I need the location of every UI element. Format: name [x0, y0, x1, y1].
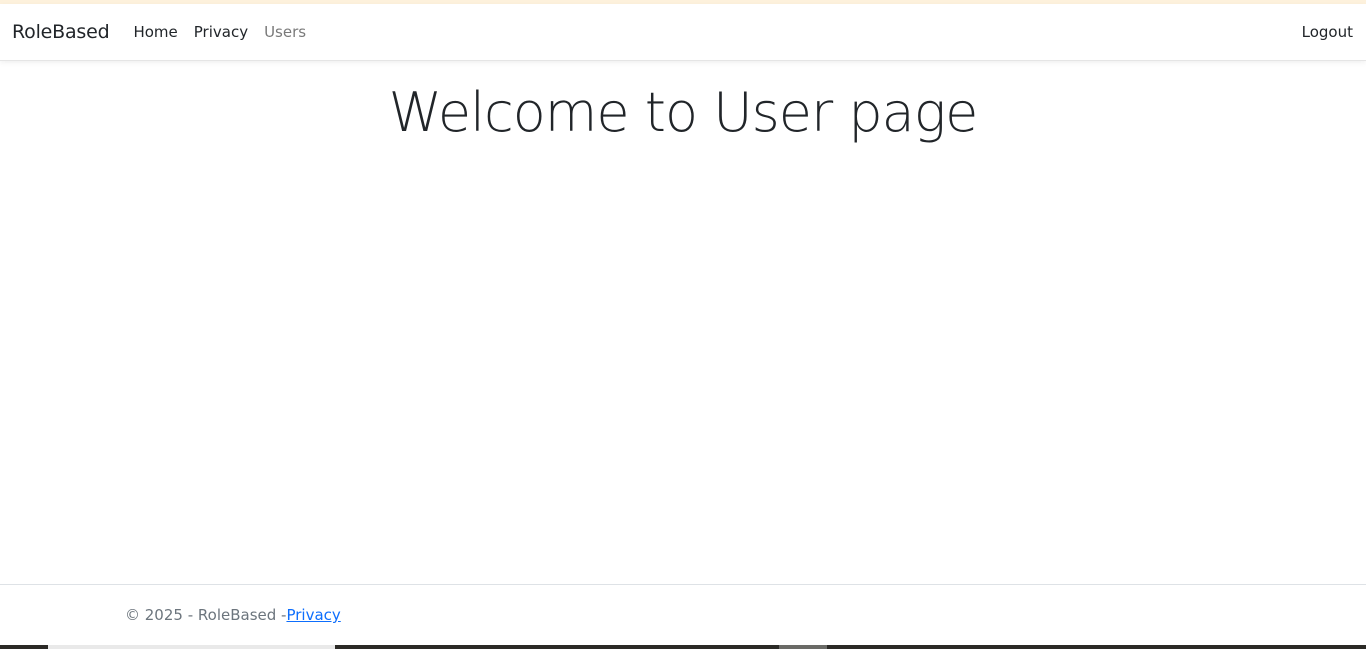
taskbar-segment — [779, 645, 827, 649]
brand-link[interactable]: RoleBased — [12, 21, 110, 43]
nav-link-users[interactable]: Users — [256, 23, 314, 41]
nav-link-privacy[interactable]: Privacy — [186, 23, 256, 41]
footer-copyright: © 2025 - RoleBased - — [125, 606, 287, 624]
taskbar-strip — [0, 645, 1366, 649]
footer-privacy-link[interactable]: Privacy — [286, 606, 340, 624]
nav-link-home[interactable]: Home — [125, 23, 185, 41]
navbar: RoleBased Home Privacy Users Logout — [0, 4, 1366, 61]
taskbar-segment — [48, 645, 335, 649]
page-title: Welcome to User page — [388, 81, 979, 144]
page: RoleBased Home Privacy Users Logout Welc… — [0, 0, 1366, 649]
logout-link[interactable]: Logout — [1302, 23, 1354, 41]
footer: © 2025 - RoleBased - Privacy — [0, 584, 1366, 645]
nav-links: Home Privacy Users — [125, 23, 314, 41]
